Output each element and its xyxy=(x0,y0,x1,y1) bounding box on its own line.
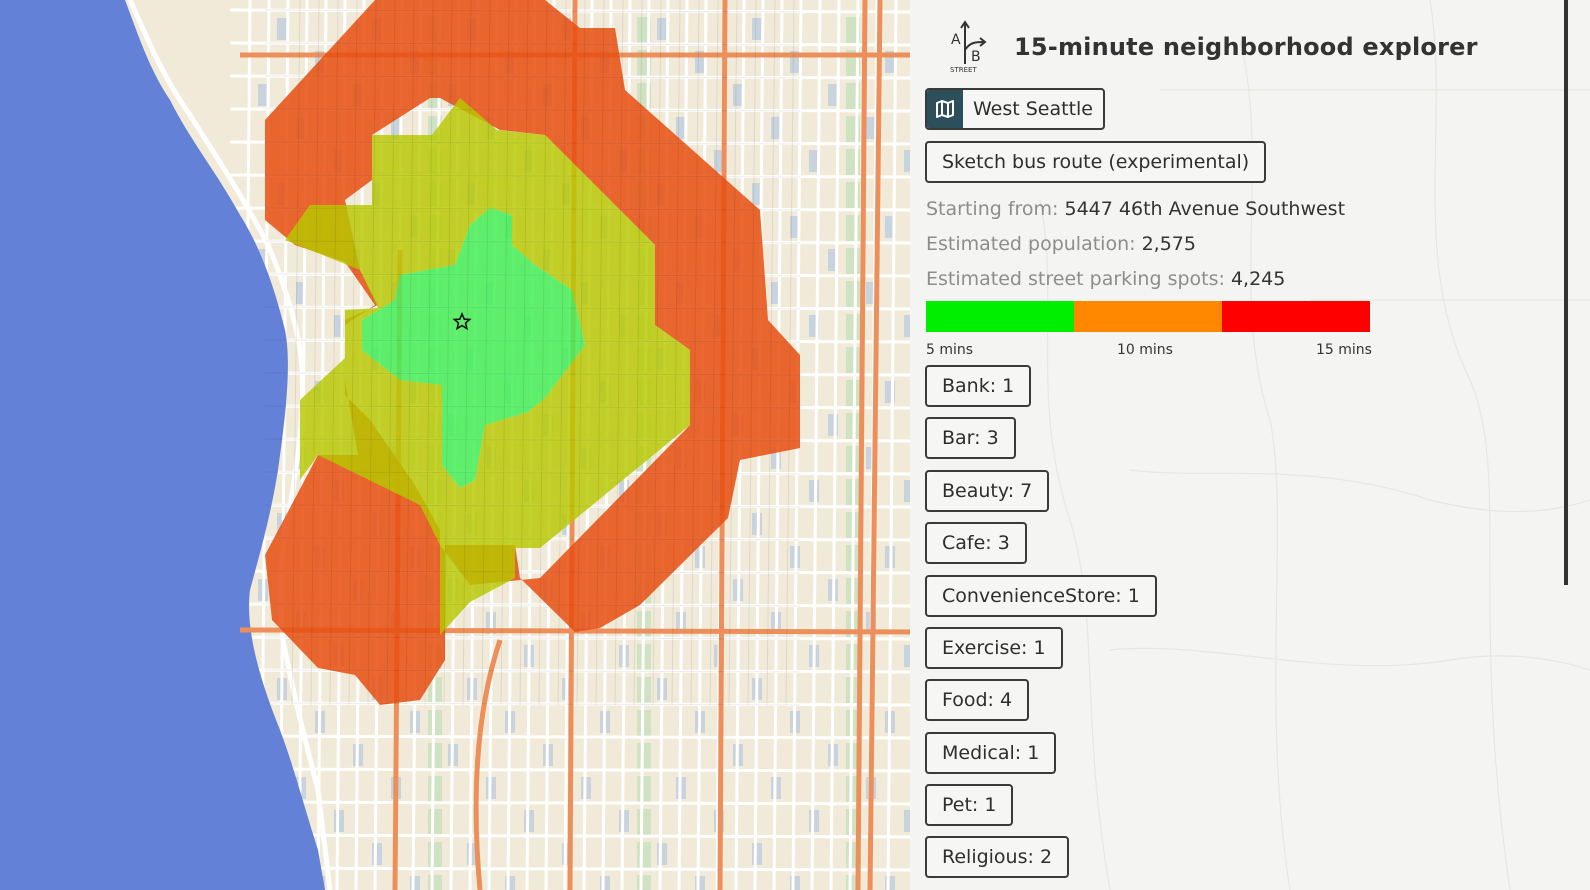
map-view[interactable] xyxy=(0,0,915,890)
svg-text:STREET: STREET xyxy=(950,66,977,74)
population-value: 2,575 xyxy=(1141,233,1196,255)
population-info: Estimated population: 2,575 xyxy=(926,233,1196,255)
population-label: Estimated population: xyxy=(926,233,1136,255)
abstreet-logo-icon: A B STREET xyxy=(950,20,987,74)
app-header: A B STREET 15-minute neighborhood explor… xyxy=(948,20,1478,74)
amenity-button[interactable]: ConvenienceStore: 1 xyxy=(925,575,1157,617)
legend-color-15 xyxy=(1222,301,1370,332)
amenity-button[interactable]: Medical: 1 xyxy=(925,732,1057,774)
app-title: 15-minute neighborhood explorer xyxy=(1014,33,1478,61)
region-label: West Seattle xyxy=(972,98,1093,120)
svg-text:A: A xyxy=(951,32,961,48)
region-selector-button[interactable]: West Seattle xyxy=(925,88,1105,130)
amenity-button[interactable]: Food: 4 xyxy=(925,679,1030,721)
panel-scrollbar[interactable] xyxy=(1564,0,1568,585)
amenity-button[interactable]: Religious: 2 xyxy=(925,836,1070,878)
parking-label: Estimated street parking spots: xyxy=(926,268,1225,290)
sketch-bus-route-button[interactable]: Sketch bus route (experimental) xyxy=(925,141,1267,183)
svg-text:B: B xyxy=(971,49,981,65)
starting-from-value: 5447 46th Avenue Southwest xyxy=(1064,198,1346,220)
amenity-button[interactable]: Bank: 1 xyxy=(925,365,1032,407)
starting-from-info: Starting from: 5447 46th Avenue Southwes… xyxy=(926,198,1345,220)
parking-value: 4,245 xyxy=(1230,268,1286,290)
starting-from-label: Starting from: xyxy=(926,198,1059,220)
map-icon xyxy=(927,90,963,128)
legend-label-5: 5 mins xyxy=(926,342,974,358)
legend-label-15: 15 mins xyxy=(1316,342,1372,358)
time-legend-labels: 5 mins 10 mins 15 mins xyxy=(926,342,1372,362)
amenity-button[interactable]: Exercise: 1 xyxy=(925,627,1063,669)
amenity-button[interactable]: Beauty: 7 xyxy=(925,470,1050,512)
legend-label-10: 10 mins xyxy=(1117,342,1173,358)
amenity-button[interactable]: Pet: 1 xyxy=(925,784,1014,826)
legend-color-10 xyxy=(1074,301,1222,332)
legend-color-5 xyxy=(926,301,1074,332)
side-panel: A B STREET 15-minute neighborhood explor… xyxy=(910,0,1590,890)
time-legend-bar xyxy=(926,301,1370,332)
amenity-button[interactable]: Cafe: 3 xyxy=(925,522,1027,564)
amenity-button[interactable]: Bar: 3 xyxy=(925,417,1016,459)
parking-info: Estimated street parking spots: 4,245 xyxy=(926,268,1285,290)
map-canvas[interactable] xyxy=(0,0,915,890)
